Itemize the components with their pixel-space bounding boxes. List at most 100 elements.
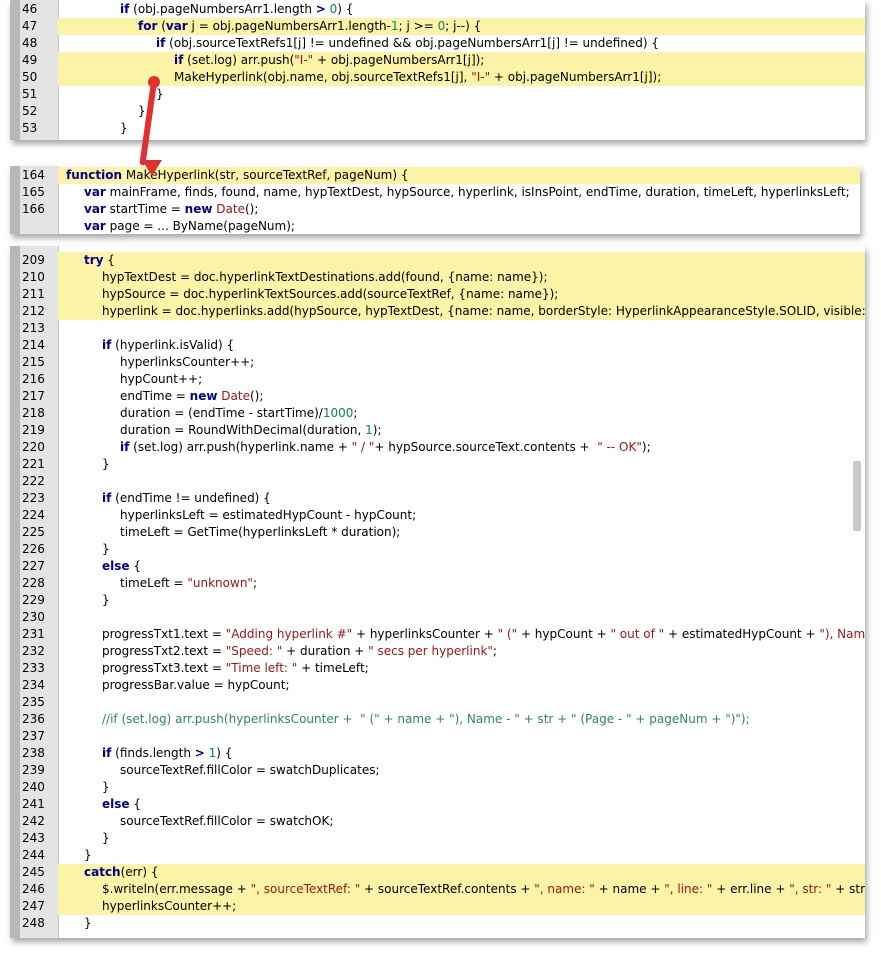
line-number: 218 [22,406,45,420]
string-token: " / " [351,440,375,454]
keyword-token: else [102,559,130,573]
code-token: } [102,593,110,607]
code-token: } [120,121,128,135]
code-token: (endTime != undefined) { [111,491,271,505]
code-token: (obj.sourceTextRefs1[j] != undefined && … [165,36,660,50]
line-number: 232 [22,644,45,658]
code-token: ; j--) { [445,19,482,33]
code-text: hypSource = doc.hyperlinkTextSources.add… [102,286,558,303]
line-number: 46 [22,2,38,16]
line-number: 224 [22,508,45,522]
line-number: 245 [22,865,45,879]
line-number: 248 [22,916,45,930]
code-token: timeLeft = [120,576,188,590]
keyword-token: if [120,440,130,454]
code-token: + err.line + [712,882,790,896]
code-line: 241 else { [10,796,865,813]
line-number: 222 [22,474,45,488]
code-text: hypCount++; [120,371,202,388]
keyword-token: try [84,253,104,267]
code-token: (); [244,202,259,216]
line-number: 52 [22,104,38,118]
code-token: mainFrame, finds, found, name, hypTextDe… [105,185,850,199]
code-token: + duration + [282,644,369,658]
code-token: hyperlinksCounter++; [120,355,255,369]
code-token: sourceTextRef.fillColor = swatchOK; [120,814,334,828]
line-number: 227 [22,559,45,573]
code-token: ; [492,644,497,658]
vertical-scrollbar-thumb[interactable] [853,461,861,531]
comment-token: //if (set.log) arr.push(hyperlinksCounte… [102,712,750,726]
code-token: hypCount++; [120,372,203,386]
line-number: 246 [22,882,45,896]
string-token: "I-" [471,70,491,84]
code-text: } [102,456,110,473]
code-line: 229} [10,592,865,609]
code-token: } [84,916,92,930]
code-text: } [138,103,146,120]
code-line: 226} [10,541,865,558]
string-token: " -- OK" [597,440,642,454]
line-number: 164 [22,168,45,182]
code-line: 248} [10,915,865,932]
line-number: 166 [22,202,45,216]
code-line: 221} [10,456,865,473]
code-text: try { [84,252,115,269]
code-text: if (set.log) arr.push(hyperlink.name + "… [120,439,651,456]
line-number: 211 [22,287,45,301]
code-token: { [129,559,141,573]
line-number: 53 [22,121,38,135]
code-line: 166 var startTime = new Date(); [10,201,860,218]
keyword-token: for [138,19,158,33]
code-line: 224 hyperlinksLeft = estimatedHypCount - … [10,507,865,524]
code-text: } [102,592,110,609]
code-line: 215 hyperlinksCounter++; [10,354,865,371]
keyword-token: if [120,2,130,16]
string-token: "Time left: " [225,661,298,675]
line-number: 209 [22,253,45,267]
code-text: $.writeln(err.message + ", sourceTextRef… [102,881,865,898]
code-line: 227 else { [10,558,865,575]
line-number: 215 [22,355,45,369]
code-line: 245 catch(err) { [22,864,865,881]
string-token: Date [221,389,250,403]
code-token: (obj.pageNumbersArr1.length [129,2,316,16]
code-text: progressTxt3.text = "Time left: " + time… [102,660,369,677]
code-text: } [84,915,92,932]
code-line: 247 hyperlinksCounter++; [22,898,865,915]
code-panel-main: 209 try {210 hypTextDest = doc.hyperlinkTe… [10,246,865,938]
line-number: 217 [22,389,45,403]
code-text: sourceTextRef.fillColor = swatchDuplicat… [120,762,380,779]
line-number: 234 [22,678,45,692]
code-line: 53} [10,120,865,137]
keyword-token: if [102,491,112,505]
code-text: hyperlinksCounter++; [120,354,254,371]
code-token: } [102,780,110,794]
code-token: { [129,797,141,811]
code-token: (hyperlink.isValid) { [111,338,235,352]
line-number: 221 [22,457,45,471]
code-token: } [138,104,146,118]
string-token: "I-" [294,53,314,67]
code-line: 244} [10,847,865,864]
string-token: Date [216,202,245,216]
code-line: 242 sourceTextRef.fillColor = swatchOK; [10,813,865,830]
code-text: var startTime = new Date(); [84,201,258,218]
code-line: 240} [10,779,865,796]
code-line: 219 duration = RoundWithDecimal(duration,… [10,422,865,439]
code-token: + hypCount + [517,627,611,641]
code-token: + timeLeft; [297,661,369,675]
code-token: hyperlinksCounter++; [102,899,237,913]
code-text: timeLeft = "unknown"; [120,575,257,592]
line-number: 233 [22,661,45,675]
code-line: 239 sourceTextRef.fillColor = swatchDupli… [10,762,865,779]
line-number: 213 [22,321,45,335]
code-line: 235 [10,694,865,711]
code-token: + str + [835,882,865,896]
line-number: 228 [22,576,45,590]
code-text: //if (set.log) arr.push(hyperlinksCounte… [102,711,750,728]
code-text: } [102,779,110,796]
code-text: if (hyperlink.isValid) { [102,337,234,354]
code-token: ( [157,19,166,33]
number-token: 1 [365,423,373,437]
